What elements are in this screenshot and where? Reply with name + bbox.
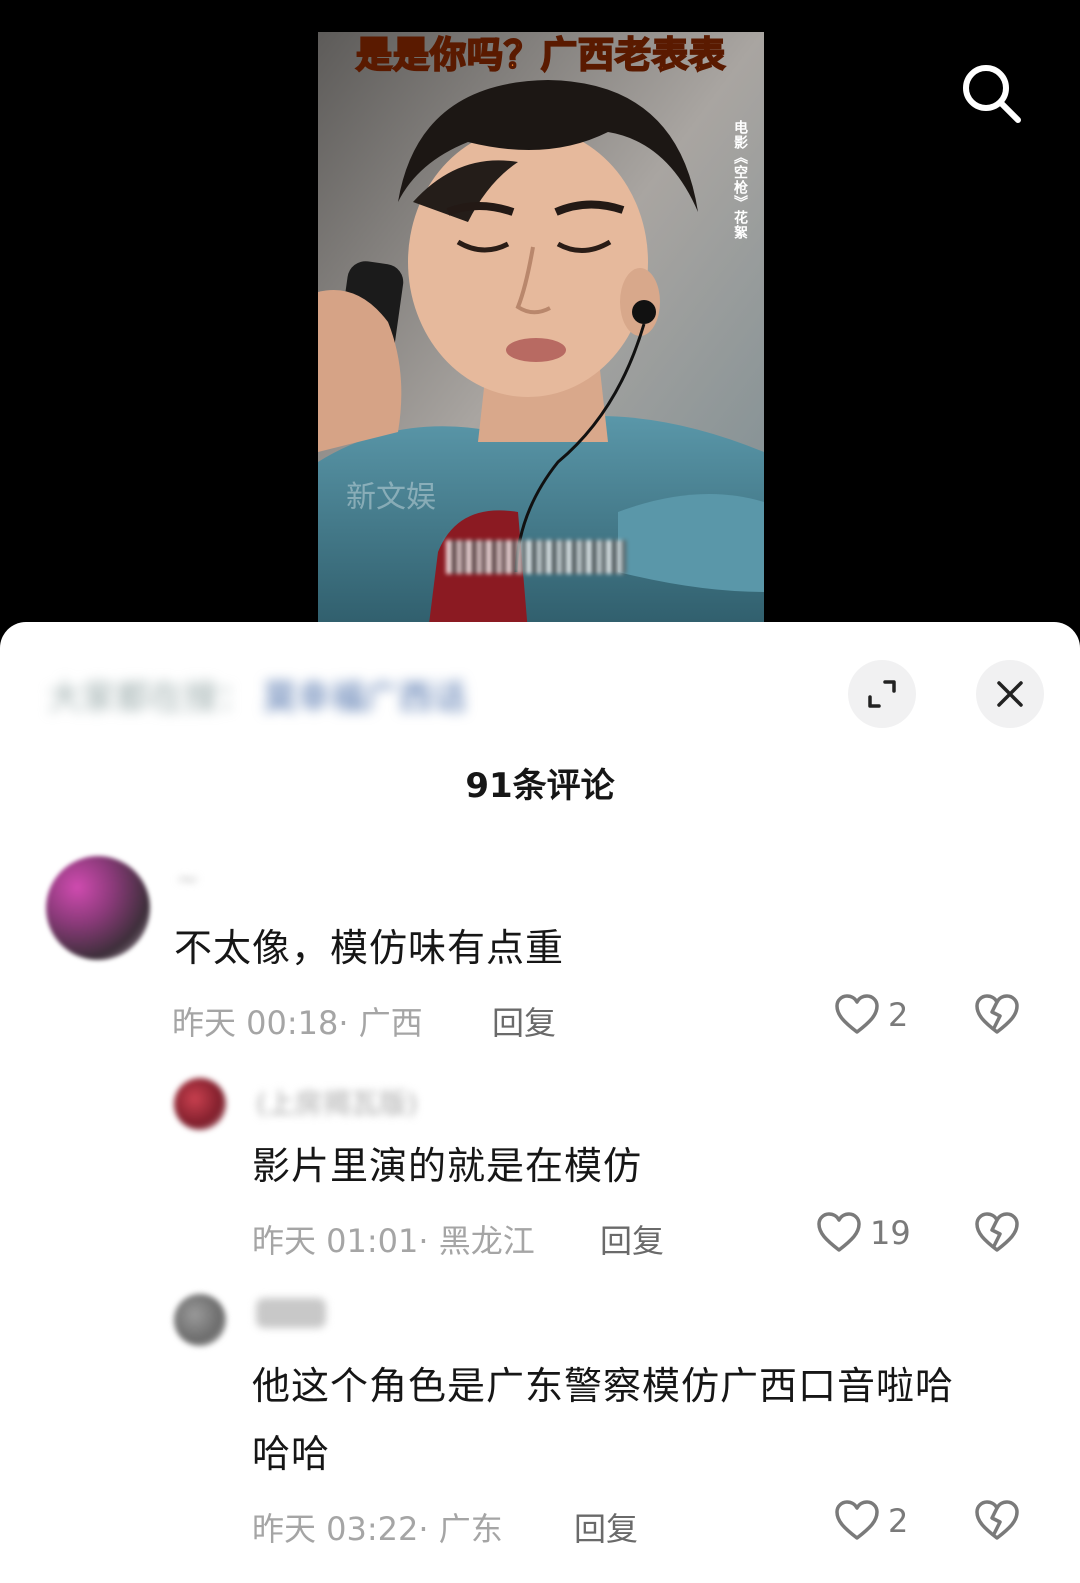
comment-time-location: 昨天 03:22· 广东 [252,1510,503,1548]
reply-button[interactable]: 回复 [600,1216,664,1262]
heart-icon [817,1212,861,1252]
comment-text-line: 哈哈 [252,1432,331,1476]
comment-time-location: 昨天 01:01· 黑龙江 [252,1222,535,1260]
like-button[interactable]: 2 [834,1500,908,1542]
dislike-button[interactable] [974,1212,1020,1257]
comment-text: 影片里演的就是在模仿 [252,1144,643,1188]
comment-username[interactable]: (上房揭瓦版) [256,1082,418,1122]
reply-button[interactable]: 回复 [492,998,556,1044]
video-player[interactable]: 是是你吗？广西老表表 电影《空枪》花絮 新文娱 [0,0,1080,660]
dislike-button[interactable] [974,994,1020,1039]
comment-count-title: 91条评论 [465,766,615,806]
video-frame[interactable]: 是是你吗？广西老表表 电影《空枪》花絮 新文娱 [318,32,764,632]
search-suggestion-prefix: 大家都在搜： [48,678,252,718]
avatar[interactable] [46,856,150,960]
avatar[interactable] [174,1078,226,1130]
comment-username[interactable] [256,1298,326,1328]
reply-button[interactable]: 回复 [574,1504,638,1550]
search-icon [963,65,1021,123]
search-suggestion-blurred[interactable]: 大家都在搜： 莫幸福广西话 [48,670,588,718]
comment-username-text: (上房揭瓦版) [256,1087,418,1120]
comment-text: 不太像，模仿味有点重 [174,926,565,970]
video-title-overlay: 是是你吗？广西老表表 [355,34,726,77]
search-button[interactable] [958,60,1024,126]
like-count: 2 [888,996,909,1034]
dislike-button[interactable] [974,1500,1020,1545]
comment-username-text: ~ [176,862,200,895]
comment-text-line: 他这个角色是广东警察模仿广西口音啦哈 [252,1364,955,1408]
comment-text: 他这个角色是广东警察模仿广西口音啦哈 哈哈 [252,1354,954,1486]
comment-time-location: 昨天 00:18· 广西 [172,1004,423,1042]
comment-username[interactable]: ~ [176,862,199,895]
comment-sheet: 大家都在搜： 莫幸福广西话 91条评论 ~ 不太像，模仿味有点重 昨天 00:1… [0,622,1080,1583]
expand-button[interactable] [848,660,916,728]
like-button[interactable]: 2 [834,994,908,1036]
avatar[interactable] [174,1294,226,1346]
like-count: 2 [888,1502,909,1540]
like-button[interactable]: 19 [816,1212,911,1254]
close-button[interactable] [976,660,1044,728]
like-count: 19 [870,1214,911,1252]
heart-icon [835,994,879,1034]
broken-heart-icon [975,1212,1019,1252]
video-subtitle-blurred [446,540,626,574]
heart-icon [835,1500,879,1540]
close-icon [997,681,1023,707]
broken-heart-icon [975,1500,1019,1540]
search-suggestion-link[interactable]: 莫幸福广西话 [263,678,467,718]
video-side-caption: 电影《空枪》花絮 [732,120,748,240]
video-watermark: 新文娱 [346,480,436,515]
expand-icon [868,680,896,708]
broken-heart-icon [975,994,1019,1034]
